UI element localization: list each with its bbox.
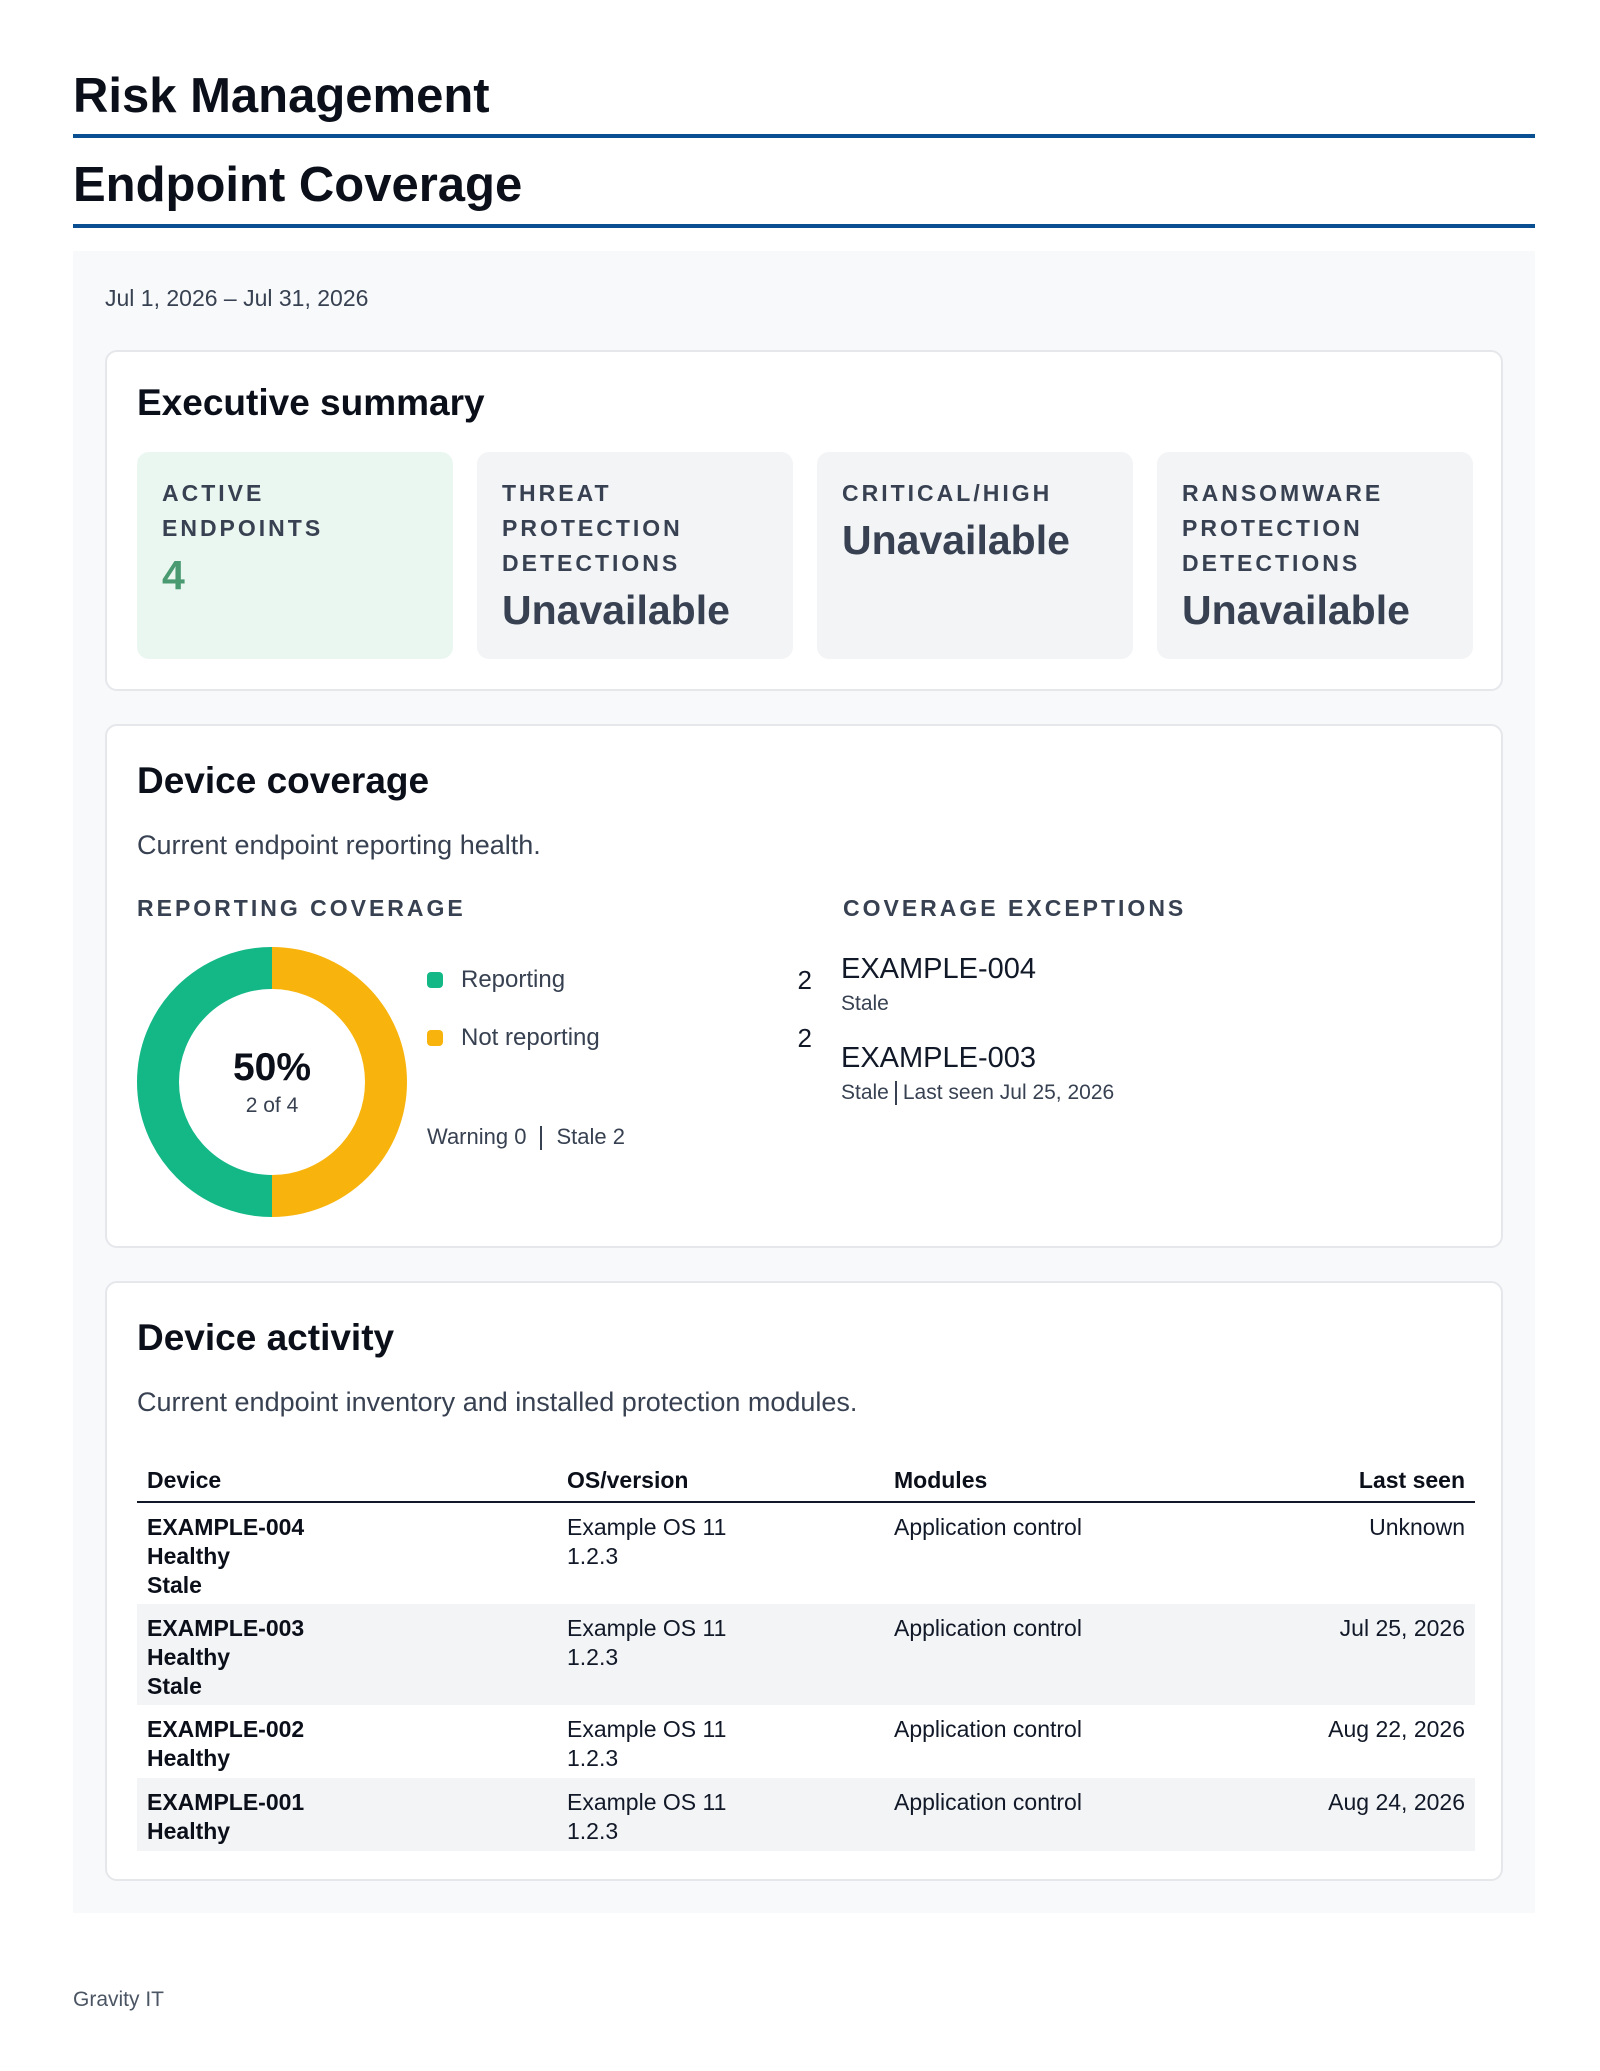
section-title: Endpoint Coverage (73, 158, 523, 212)
device-status: Healthy (147, 1745, 231, 1771)
kpi-critical-high: CRITICAL/HIGH Unavailable (817, 452, 1133, 659)
kpi-value: Unavailable (842, 517, 1070, 563)
coverage-exceptions-label: COVERAGE EXCEPTIONS (843, 895, 1187, 921)
exception-device-name: EXAMPLE-004 (841, 953, 1037, 985)
executive-summary-title: Executive summary (137, 382, 485, 423)
device-version: 1.2.3 (567, 1745, 619, 1771)
section-rule (73, 224, 1535, 228)
legend-item-not-reporting: Not reporting 2 (427, 1020, 812, 1056)
device-status: Healthy (147, 1543, 231, 1569)
footer-brand: Gravity IT (73, 1988, 165, 2011)
column-header-device: Device (147, 1467, 222, 1493)
device-status: Stale (147, 1673, 202, 1699)
legend-label: Not reporting (461, 1024, 600, 1051)
legend-swatch (427, 972, 443, 988)
device-name: EXAMPLE-002 (147, 1716, 305, 1742)
device-last-seen: Unknown (1369, 1514, 1465, 1540)
device-coverage-card: Device coverage Current endpoint reporti… (105, 724, 1503, 1248)
device-last-seen: Jul 25, 2026 (1339, 1615, 1465, 1641)
device-modules: Application control (894, 1615, 1082, 1641)
kpi-label: THREAT PROTECTION DETECTIONS (502, 480, 683, 576)
device-table: Device OS/version Modules Last seen EXAM… (137, 1461, 1475, 1851)
device-status: Stale (147, 1572, 202, 1598)
kpi-value: Unavailable (1182, 587, 1410, 633)
table-row: EXAMPLE-001 Healthy Example OS 11 1.2.3 … (137, 1778, 1475, 1851)
divider (894, 1081, 897, 1106)
report-panel: Jul 1, 2026 – Jul 31, 2026 Executive sum… (73, 251, 1535, 1913)
executive-summary-card: Executive summary ACTIVE ENDPOINTS 4 THR… (105, 350, 1503, 691)
title-rule (73, 134, 1535, 138)
device-last-seen: Aug 24, 2026 (1328, 1789, 1465, 1815)
kpi-value: Unavailable (502, 587, 730, 633)
legend-count: 2 (797, 964, 812, 995)
device-status: Healthy (147, 1644, 231, 1670)
divider (540, 1126, 543, 1151)
device-status: Healthy (147, 1818, 231, 1844)
device-os: Example OS 11 (567, 1789, 727, 1815)
kpi-label: CRITICAL/HIGH (842, 480, 1053, 506)
device-activity-description: Current endpoint inventory and installed… (137, 1387, 858, 1417)
stale-count: Stale 2 (556, 1124, 625, 1149)
kpi-label: RANSOMWARE PROTECTION DETECTIONS (1182, 480, 1384, 576)
page-title: Risk Management (73, 69, 490, 123)
legend-count: 2 (797, 1022, 812, 1053)
device-name: EXAMPLE-004 (147, 1514, 305, 1540)
legend-label: Reporting (461, 966, 566, 993)
exception-device-status: Stale Last seen Jul 25, 2026 (841, 1081, 1115, 1106)
donut-center: 50% 2 of 4 (137, 947, 407, 1217)
device-version: 1.2.3 (567, 1818, 619, 1844)
date-range: Jul 1, 2026 – Jul 31, 2026 (105, 285, 369, 311)
column-header-modules: Modules (894, 1467, 988, 1493)
device-modules: Application control (894, 1514, 1082, 1540)
device-os: Example OS 11 (567, 1716, 727, 1742)
donut-percent: 50% (232, 1046, 312, 1089)
kpi-ransomware-protection-detections: RANSOMWARE PROTECTION DETECTIONS Unavail… (1157, 452, 1473, 659)
warning-count: Warning 0 (427, 1124, 527, 1149)
exception-device-status: Stale (841, 992, 889, 1015)
donut-subtext: 2 of 4 (245, 1094, 299, 1117)
column-header-last-seen: Last seen (1358, 1467, 1465, 1493)
legend-item-reporting: Reporting 2 (427, 962, 812, 998)
table-row: EXAMPLE-003 Healthy Stale Example OS 11 … (137, 1604, 1475, 1705)
table-row: EXAMPLE-004 Healthy Stale Example OS 11 … (137, 1503, 1475, 1604)
device-modules: Application control (894, 1789, 1082, 1815)
device-modules: Application control (894, 1716, 1082, 1742)
kpi-threat-protection-detections: THREAT PROTECTION DETECTIONS Unavailable (477, 452, 793, 659)
exception-device-name: EXAMPLE-003 (841, 1042, 1037, 1074)
device-os: Example OS 11 (567, 1514, 727, 1540)
legend-footer: Warning 0 Stale 2 (427, 1124, 625, 1151)
device-coverage-description: Current endpoint reporting health. (137, 830, 541, 860)
device-version: 1.2.3 (567, 1543, 619, 1569)
kpi-value: 4 (162, 552, 185, 598)
kpi-active-endpoints: ACTIVE ENDPOINTS 4 (137, 452, 453, 659)
kpi-label: ACTIVE ENDPOINTS (162, 480, 324, 541)
reporting-coverage-label: REPORTING COVERAGE (137, 895, 466, 921)
device-os: Example OS 11 (567, 1615, 727, 1641)
device-activity-card: Device activity Current endpoint invento… (105, 1281, 1503, 1881)
table-row: EXAMPLE-002 Healthy Example OS 11 1.2.3 … (137, 1705, 1475, 1778)
device-name: EXAMPLE-001 (147, 1789, 305, 1815)
table-header: Device OS/version Modules Last seen (137, 1461, 1475, 1503)
device-version: 1.2.3 (567, 1644, 619, 1670)
device-activity-title: Device activity (137, 1317, 395, 1358)
legend-swatch (427, 1030, 443, 1046)
coverage-donut-chart: 50% 2 of 4 (137, 947, 407, 1217)
device-name: EXAMPLE-003 (147, 1615, 305, 1641)
column-header-os: OS/version (567, 1467, 689, 1493)
device-last-seen: Aug 22, 2026 (1328, 1716, 1465, 1742)
device-coverage-title: Device coverage (137, 760, 430, 801)
